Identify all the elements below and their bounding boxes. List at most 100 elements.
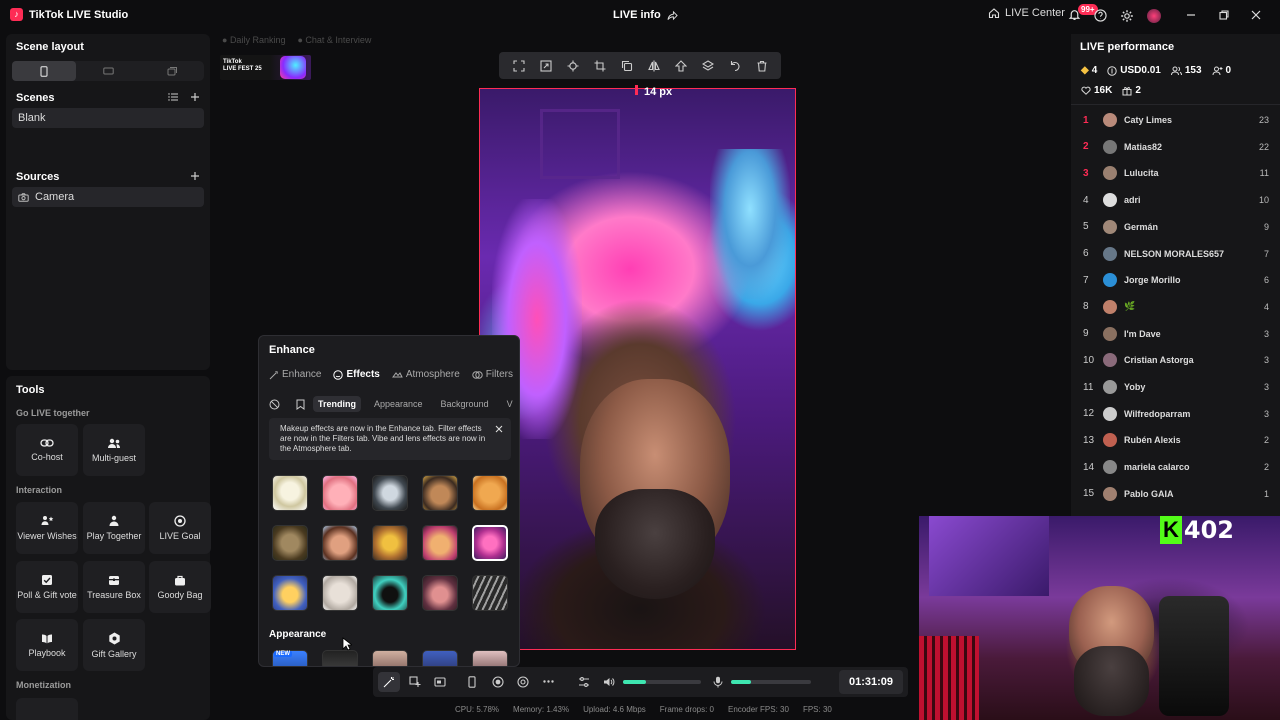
ranking-username[interactable]: Cristian Astorga [1124, 355, 1194, 365]
ranking-avatar[interactable] [1103, 166, 1117, 181]
tab-enhance[interactable]: Enhance [269, 369, 321, 380]
ranking-row[interactable]: 1 Caty Limes 23 [1083, 112, 1269, 128]
ranking-row[interactable]: 14 mariela calarco 2 [1083, 459, 1269, 475]
appearance-effect-5[interactable] [472, 650, 508, 666]
settings-button[interactable] [1120, 9, 1134, 23]
ranking-avatar[interactable] [1103, 326, 1117, 341]
ranking-username[interactable]: Wilfredoparram [1124, 409, 1190, 419]
appearance-effect-4[interactable] [422, 650, 458, 666]
chat-interview-widget[interactable]: ● Chat & Interview [297, 35, 371, 45]
close-button[interactable] [1250, 9, 1262, 21]
monetization-tool-button[interactable] [16, 698, 78, 720]
layout-landscape-option[interactable] [76, 61, 140, 81]
maximize-button[interactable] [1218, 9, 1230, 21]
add-scene-button[interactable] [190, 92, 200, 102]
ranking-avatar[interactable] [1103, 219, 1117, 234]
ranking-username[interactable]: I'm Dave [1124, 329, 1161, 339]
audio-mixer-button[interactable] [578, 676, 590, 688]
delete-button[interactable] [756, 60, 768, 72]
bring-forward-button[interactable] [674, 59, 687, 72]
live-center-button[interactable]: LIVE Center [988, 7, 1065, 19]
effect-astronaut[interactable] [372, 475, 408, 511]
send-backward-button[interactable] [701, 59, 714, 72]
minimize-button[interactable] [1185, 9, 1197, 21]
expand-button[interactable] [539, 59, 552, 72]
profile-avatar[interactable] [1147, 9, 1161, 23]
ranking-username[interactable]: NELSON MORALES657 [1124, 249, 1224, 259]
bookmark-button[interactable] [296, 399, 305, 410]
reset-button[interactable] [729, 60, 741, 72]
multiguest-button[interactable]: Multi-guest [83, 424, 145, 476]
effect-pig[interactable] [322, 475, 358, 511]
ranking-row[interactable]: 11 Yoby 3 [1083, 379, 1269, 395]
appearance-effect-3[interactable] [372, 650, 408, 666]
no-effect-button[interactable] [269, 399, 280, 410]
ranking-row[interactable]: 15 Pablo GAIA 1 [1083, 486, 1269, 502]
scenes-list-button[interactable] [168, 92, 179, 102]
pill-background[interactable]: Background [436, 396, 494, 412]
ranking-avatar[interactable] [1103, 380, 1117, 394]
ranking-username[interactable]: Jorge Morillo [1124, 275, 1181, 285]
effect-clones[interactable] [472, 575, 508, 611]
notifications-button[interactable]: 99+ [1068, 4, 1098, 24]
ranking-row[interactable]: 2 Matias82 22 [1083, 139, 1269, 155]
ranking-row[interactable]: 7 Jorge Morillo 6 [1083, 272, 1269, 288]
effect-mask[interactable] [372, 575, 408, 611]
ranking-avatar[interactable] [1103, 139, 1117, 154]
fit-screen-button[interactable] [512, 59, 525, 72]
appearance-effect-2[interactable] [322, 650, 358, 666]
goody-bag-button[interactable]: Goody Bag [149, 561, 211, 613]
source-item-camera[interactable]: Camera [12, 187, 204, 207]
ranking-avatar[interactable] [1103, 353, 1117, 368]
layout-portrait-option[interactable] [12, 61, 76, 81]
play-together-button[interactable]: Play Together [83, 502, 145, 554]
ranking-avatar[interactable] [1103, 486, 1117, 501]
ranking-username[interactable]: Pablo GAIA [1124, 489, 1174, 499]
ranking-avatar[interactable] [1103, 460, 1117, 475]
ranking-row[interactable]: 5 Germán 9 [1083, 219, 1269, 235]
enhance-toggle-button[interactable] [378, 672, 400, 692]
ranking-username[interactable]: Caty Limes [1124, 115, 1172, 125]
ranking-avatar[interactable] [1103, 273, 1117, 288]
crop-button[interactable] [594, 60, 606, 72]
ranking-row[interactable]: 6 NELSON MORALES657 7 [1083, 246, 1269, 262]
effect-goggles[interactable] [372, 525, 408, 561]
ranking-row[interactable]: 3 Lulucita 11 [1083, 165, 1269, 181]
appearance-new-effect[interactable]: NEW [272, 650, 308, 666]
mic-mute-button[interactable] [713, 676, 723, 688]
pill-trending[interactable]: Trending [313, 396, 361, 412]
pill-more[interactable]: V [502, 396, 518, 412]
viewer-wishes-button[interactable]: Viewer Wishes [16, 502, 78, 554]
daily-ranking-widget[interactable]: ● Daily Ranking [222, 35, 285, 45]
help-button[interactable] [1094, 9, 1107, 22]
ranking-row[interactable]: 10 Cristian Astorga 3 [1083, 352, 1269, 368]
effect-crown[interactable] [422, 475, 458, 511]
tab-atmosphere[interactable]: Atmosphere [391, 369, 460, 380]
ranking-row[interactable]: 8 🌿 4 [1083, 299, 1269, 315]
live-goal-button[interactable]: LIVE Goal [149, 502, 211, 554]
poll-gift-vote-button[interactable]: Poll & Gift vote [16, 561, 78, 613]
scene-toggle-button[interactable] [434, 676, 446, 688]
ranking-row[interactable]: 9 I'm Dave 3 [1083, 326, 1269, 342]
ranking-avatar[interactable] [1103, 246, 1117, 261]
layout-dual-option[interactable] [140, 61, 204, 81]
live-info-button[interactable]: LIVE info [613, 9, 678, 21]
effect-angel[interactable] [272, 475, 308, 511]
effect-scarecrow[interactable] [272, 525, 308, 561]
record-button[interactable] [492, 676, 504, 688]
mic-volume-slider[interactable] [731, 680, 811, 684]
ranking-avatar[interactable] [1103, 406, 1117, 421]
speaker-mute-button[interactable] [603, 676, 615, 688]
ranking-row[interactable]: 13 Rubén Alexis 2 [1083, 432, 1269, 448]
speaker-volume-slider[interactable] [623, 680, 701, 684]
pill-appearance[interactable]: Appearance [369, 396, 428, 412]
ranking-username[interactable]: Lulucita [1124, 168, 1159, 178]
add-source-button[interactable] [190, 171, 200, 181]
cohost-button[interactable]: Co-host [16, 424, 78, 476]
ranking-username[interactable]: Germán [1124, 222, 1158, 232]
ranking-avatar[interactable] [1103, 193, 1117, 208]
add-source-toggle-button[interactable] [409, 676, 421, 688]
ranking-username[interactable]: mariela calarco [1124, 462, 1190, 472]
center-button[interactable] [567, 60, 579, 72]
tab-effects[interactable]: Effects [333, 369, 380, 380]
